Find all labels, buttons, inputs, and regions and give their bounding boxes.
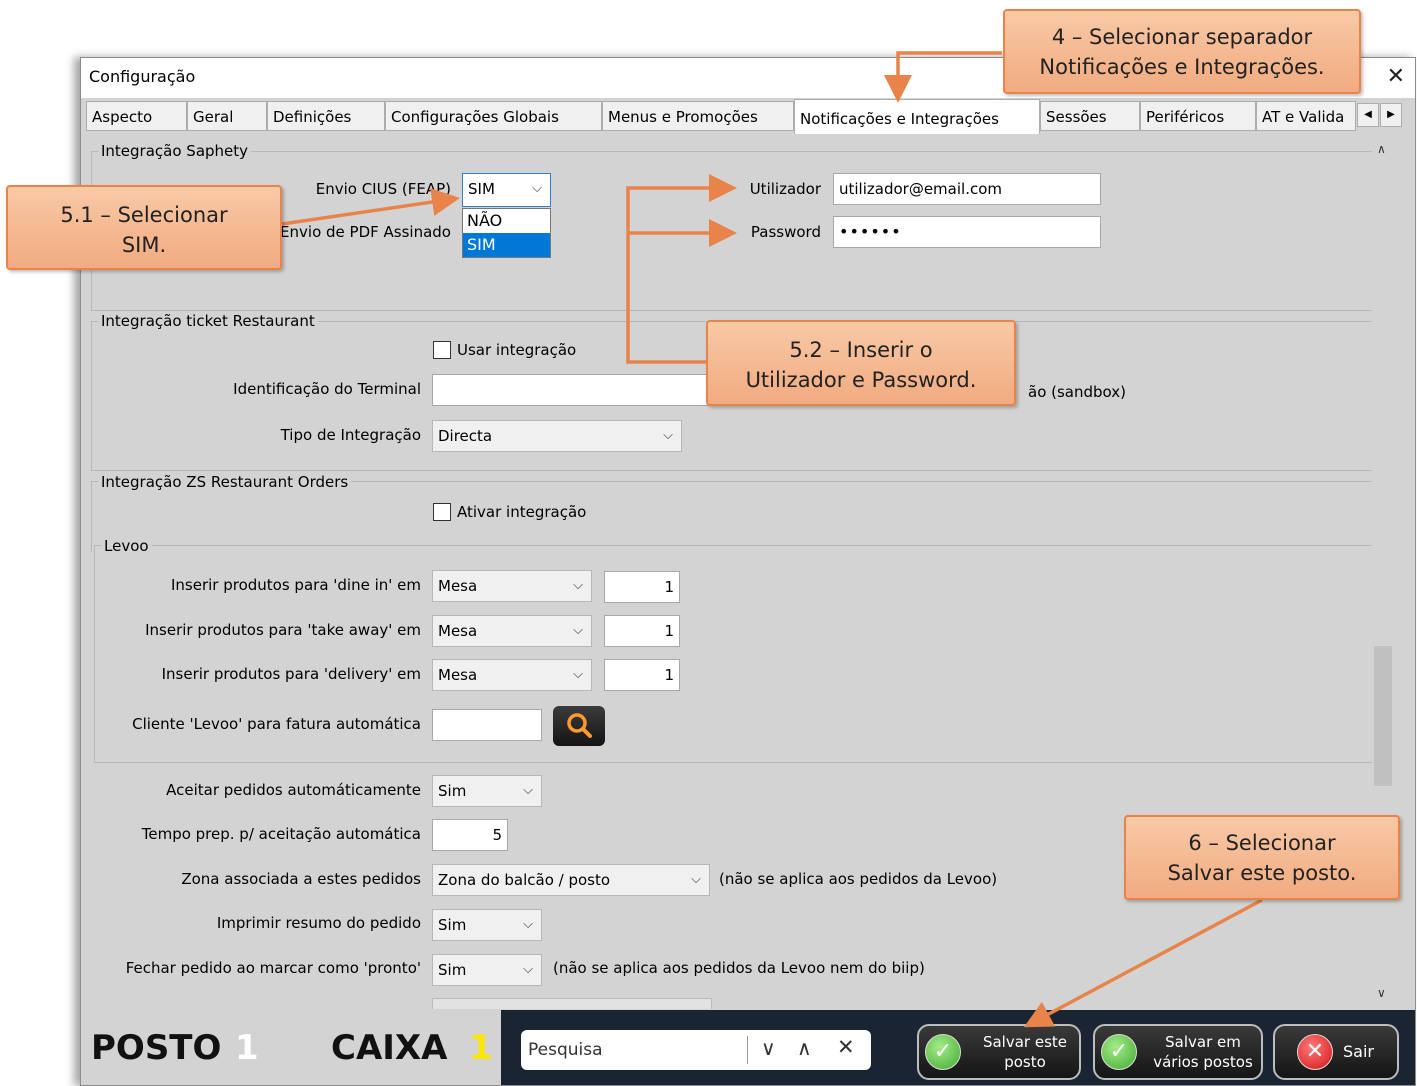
callout-step-5-1: 5.1 – Selecionar SIM.	[6, 185, 282, 270]
callout-step-4-line2: Notificações e Integrações.	[1039, 55, 1325, 79]
arrow-to-sim	[281, 188, 460, 226]
arrow-to-tab	[884, 51, 1002, 103]
callout-step-5-2-line2: Utilizador e Password.	[745, 368, 977, 392]
callout-step-6: 6 – Selecionar Salvar este posto.	[1124, 815, 1400, 900]
callout-step-5-1-line1: 5.1 – Selecionar	[60, 203, 228, 227]
arrow-to-save	[1023, 898, 1263, 1028]
callout-step-6-line1: 6 – Selecionar	[1188, 831, 1336, 855]
callout-step-4-line1: 4 – Selecionar separador	[1051, 25, 1313, 49]
callout-step-5-1-line2: SIM.	[121, 233, 167, 257]
callout-step-5-2-line1: 5.2 – Inserir o	[789, 338, 933, 362]
callout-step-4: 4 – Selecionar separador Notificações e …	[1003, 9, 1361, 94]
annotation-arrows	[281, 51, 1263, 1028]
callout-step-5-2: 5.2 – Inserir o Utilizador e Password.	[706, 320, 1016, 406]
callout-step-6-line2: Salvar este posto.	[1167, 861, 1357, 885]
